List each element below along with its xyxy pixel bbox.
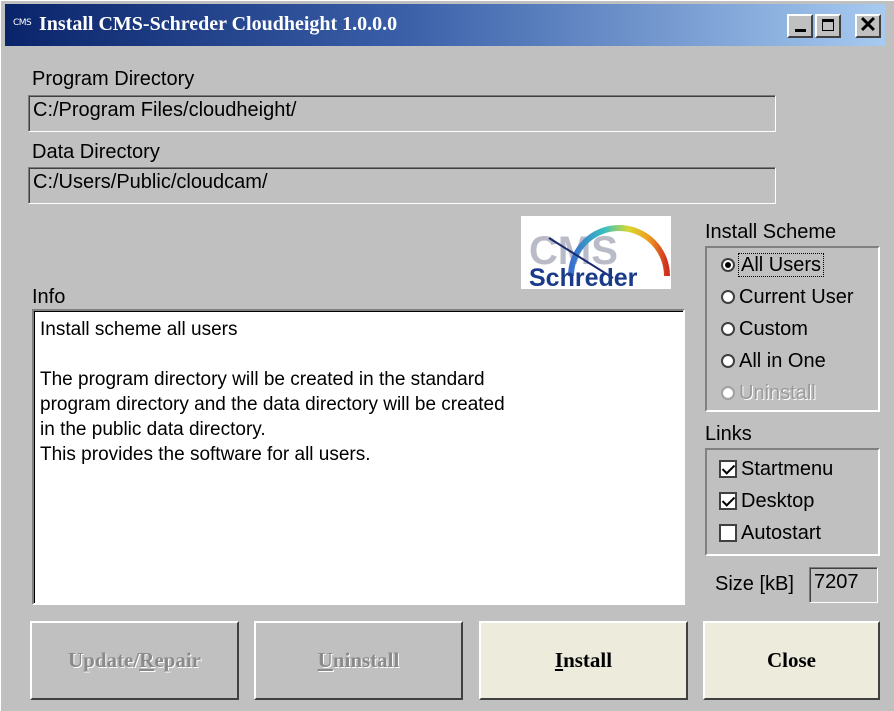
- install-scheme-group: All Users Current User Custom All in One…: [705, 246, 880, 412]
- radio-icon: [721, 322, 735, 336]
- radio-selected-icon: [721, 258, 735, 272]
- checkbox-checked-icon: [719, 492, 737, 510]
- radio-icon: [721, 290, 735, 304]
- cms-schreder-logo: CMS Schreder: [521, 216, 671, 292]
- title-bar[interactable]: CMS Install CMS-Schreder Cloudheight 1.0…: [5, 4, 885, 46]
- close-window-button[interactable]: ✕: [855, 14, 881, 38]
- uninstall-button: Uninstall: [254, 621, 463, 700]
- info-textarea[interactable]: Install scheme all users The program dir…: [32, 309, 685, 605]
- radio-uninstall: Uninstall: [721, 379, 816, 407]
- close-icon: ✕: [858, 12, 878, 37]
- checkbox-checked-icon: [719, 460, 737, 478]
- data-directory-label: Data Directory: [32, 141, 160, 163]
- checkbox-autostart[interactable]: Autostart: [719, 518, 821, 548]
- close-button[interactable]: Close: [703, 621, 880, 700]
- update-repair-button: Update/Repair: [30, 621, 239, 700]
- data-directory-field[interactable]: C:/Users/Public/cloudcam/: [28, 167, 776, 204]
- program-directory-label: Program Directory: [32, 68, 195, 90]
- program-directory-field[interactable]: C:/Program Files/cloudheight/: [28, 95, 776, 132]
- app-icon: CMS: [13, 18, 32, 28]
- links-label: Links: [705, 423, 752, 445]
- size-label: Size [kB]: [715, 573, 794, 595]
- logo-schreder-text: Schreder: [529, 264, 638, 289]
- installer-window: CMS Install CMS-Schreder Cloudheight 1.0…: [0, 0, 894, 711]
- install-button[interactable]: Install: [479, 621, 688, 700]
- radio-icon: [721, 354, 735, 368]
- window-title: Install CMS-Schreder Cloudheight 1.0.0.0: [39, 13, 398, 35]
- radio-all-users[interactable]: All Users: [721, 251, 825, 279]
- install-scheme-label: Install Scheme: [705, 221, 837, 243]
- radio-all-in-one[interactable]: All in One: [721, 347, 826, 375]
- checkbox-unchecked-icon: [719, 524, 737, 542]
- minimize-button[interactable]: [787, 14, 813, 38]
- checkbox-startmenu[interactable]: Startmenu: [719, 454, 833, 484]
- radio-icon: [721, 386, 735, 400]
- radio-current-user[interactable]: Current User: [721, 283, 853, 311]
- maximize-button[interactable]: [815, 14, 841, 38]
- radio-custom[interactable]: Custom: [721, 315, 808, 343]
- links-group: Startmenu Desktop Autostart: [705, 448, 880, 556]
- size-field: 7207: [809, 567, 878, 603]
- checkbox-desktop[interactable]: Desktop: [719, 486, 814, 516]
- info-label: Info: [32, 286, 66, 308]
